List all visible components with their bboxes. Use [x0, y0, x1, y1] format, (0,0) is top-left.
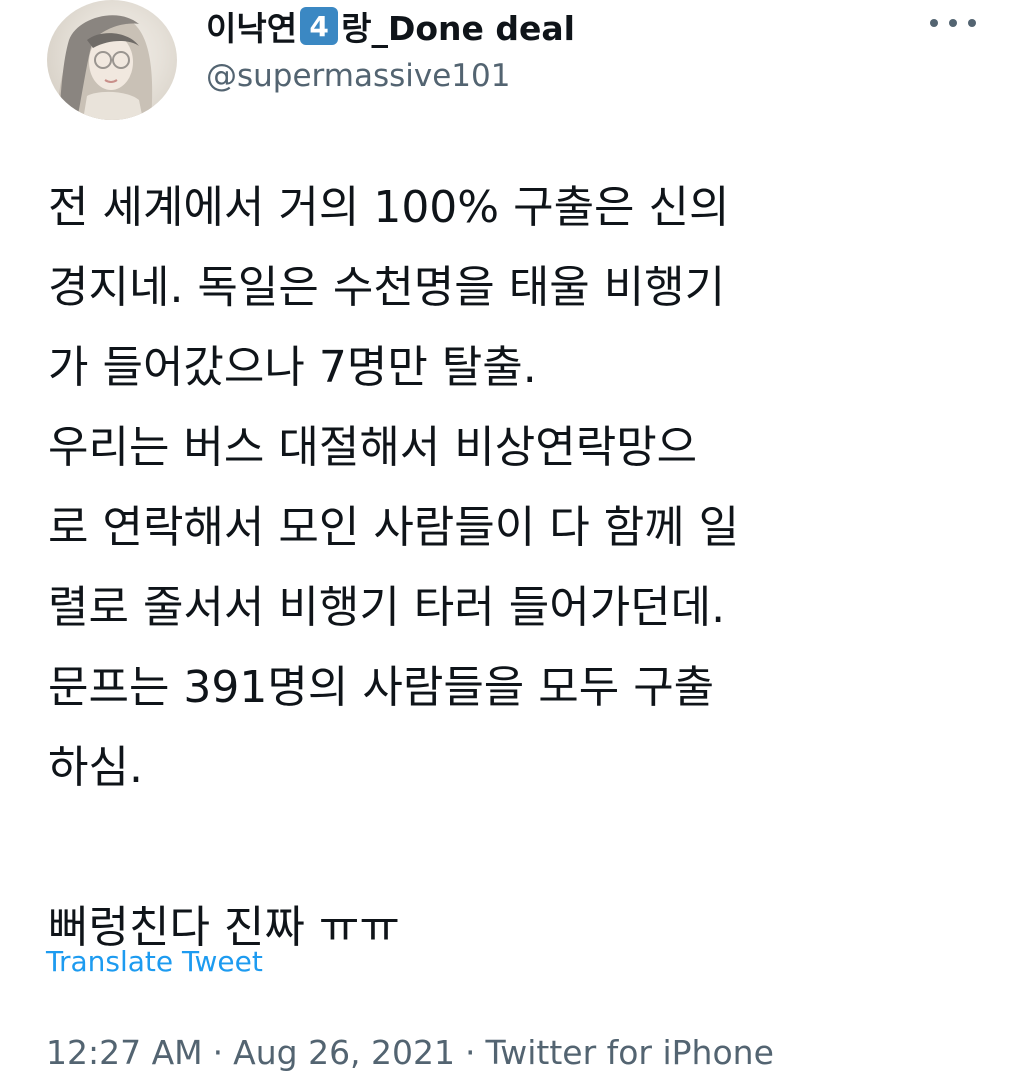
- avatar-illustration-icon: [57, 15, 153, 120]
- translate-tweet-link[interactable]: Translate Tweet: [46, 945, 263, 978]
- tweet-text-line: 문프는 391명의 사람들을 모두 구출: [48, 662, 715, 713]
- more-options-icon: [930, 19, 938, 27]
- tweet-text-line: 우리는 버스 대절해서 비상연락망으: [48, 422, 698, 473]
- meta-separator: ·: [465, 1033, 476, 1072]
- tweet-source[interactable]: Twitter for iPhone: [486, 1033, 774, 1072]
- tweet-text-line: 로 연락해서 모인 사람들이 다 함께 일: [48, 502, 740, 553]
- tweet-date[interactable]: Aug 26, 2021: [233, 1033, 455, 1072]
- keycap-digit-badge: 4: [300, 7, 339, 45]
- tweet-metadata: 12:27 AM · Aug 26, 2021 · Twitter for iPhone: [46, 1033, 774, 1072]
- display-name[interactable]: 이낙연 4 랑_Done deal: [206, 4, 575, 48]
- tweet-time[interactable]: 12:27 AM: [46, 1033, 203, 1072]
- tweet-text-line: 전 세계에서 거의 100% 구출은 신의: [48, 182, 730, 233]
- user-handle[interactable]: @supermassive101: [206, 58, 510, 94]
- tweet-text-line: 가 들어갔으나 7명만 탈출.: [48, 342, 537, 393]
- tweet-text-line: 렬로 줄서서 비행기 타러 들어가던데.: [48, 582, 726, 633]
- tweet-text-line: 하심.: [48, 742, 143, 793]
- avatar[interactable]: [47, 0, 177, 120]
- tweet-text-line: 경지네. 독일은 수천명을 태울 비행기: [48, 262, 726, 313]
- tweet-text: 전 세계에서 거의 100% 구출은 신의 경지네. 독일은 수천명을 태울 비…: [48, 168, 988, 968]
- more-options-icon: [968, 19, 976, 27]
- display-name-prefix: 이낙연: [206, 9, 298, 48]
- meta-separator: ·: [212, 1033, 224, 1072]
- more-options-button[interactable]: [930, 8, 976, 38]
- more-options-icon: [949, 19, 957, 27]
- display-name-suffix: 랑_Done deal: [341, 9, 575, 48]
